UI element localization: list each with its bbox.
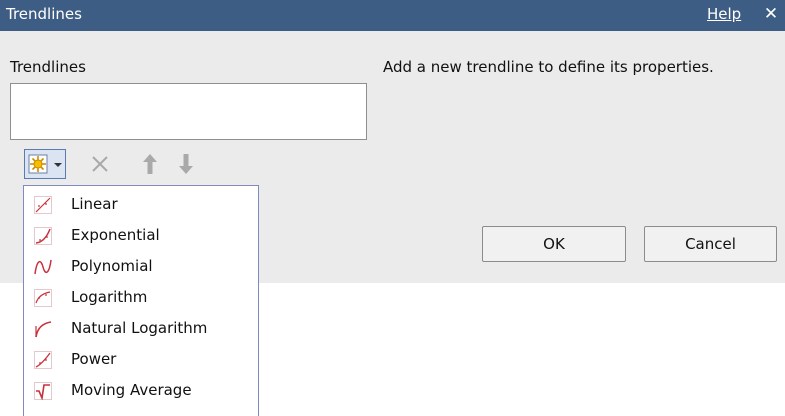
linear-trend-icon [34, 196, 52, 214]
menu-item-logarithm[interactable]: Logarithm [26, 283, 256, 313]
polynomial-trend-icon [34, 259, 52, 275]
dialog-titlebar: Trendlines Help ✕ [0, 0, 785, 31]
trendlines-list[interactable] [10, 83, 367, 140]
menu-item-label: Polynomial [71, 257, 153, 275]
menu-item-polynomial[interactable]: Polynomial [26, 252, 256, 282]
trendline-type-menu: Linear Exponential Polynomial Logarithm … [23, 185, 259, 416]
moving-average-trend-icon [34, 382, 52, 400]
menu-item-exponential[interactable]: Exponential [26, 221, 256, 251]
delete-x-icon[interactable] [90, 154, 110, 174]
chevron-down-icon [54, 163, 62, 167]
menu-item-natural-logarithm[interactable]: Natural Logarithm [26, 314, 256, 344]
arrow-up-icon[interactable] [140, 152, 160, 176]
power-trend-icon [34, 351, 52, 369]
trendlines-section-label: Trendlines [10, 58, 86, 76]
cancel-button[interactable]: Cancel [644, 226, 777, 262]
menu-item-moving-average[interactable]: Moving Average [26, 376, 256, 406]
natural-logarithm-trend-icon [35, 321, 52, 338]
menu-item-linear[interactable]: Linear [26, 190, 256, 220]
menu-item-label: Exponential [71, 226, 160, 244]
menu-item-label: Logarithm [71, 288, 148, 306]
exponential-trend-icon [34, 227, 52, 245]
help-link[interactable]: Help [707, 5, 741, 23]
close-icon[interactable]: ✕ [760, 3, 782, 25]
menu-item-power[interactable]: Power [26, 345, 256, 375]
menu-item-label: Moving Average [71, 381, 192, 399]
menu-item-label: Linear [71, 195, 118, 213]
logarithm-trend-icon [34, 289, 52, 307]
arrow-down-icon[interactable] [176, 152, 196, 176]
add-trendline-button[interactable] [24, 149, 66, 179]
dialog-title: Trendlines [6, 5, 82, 23]
menu-item-label: Natural Logarithm [71, 319, 208, 337]
menu-item-label: Power [71, 350, 117, 368]
ok-button[interactable]: OK [482, 226, 626, 262]
add-trendline-hint: Add a new trendline to define its proper… [383, 58, 714, 76]
